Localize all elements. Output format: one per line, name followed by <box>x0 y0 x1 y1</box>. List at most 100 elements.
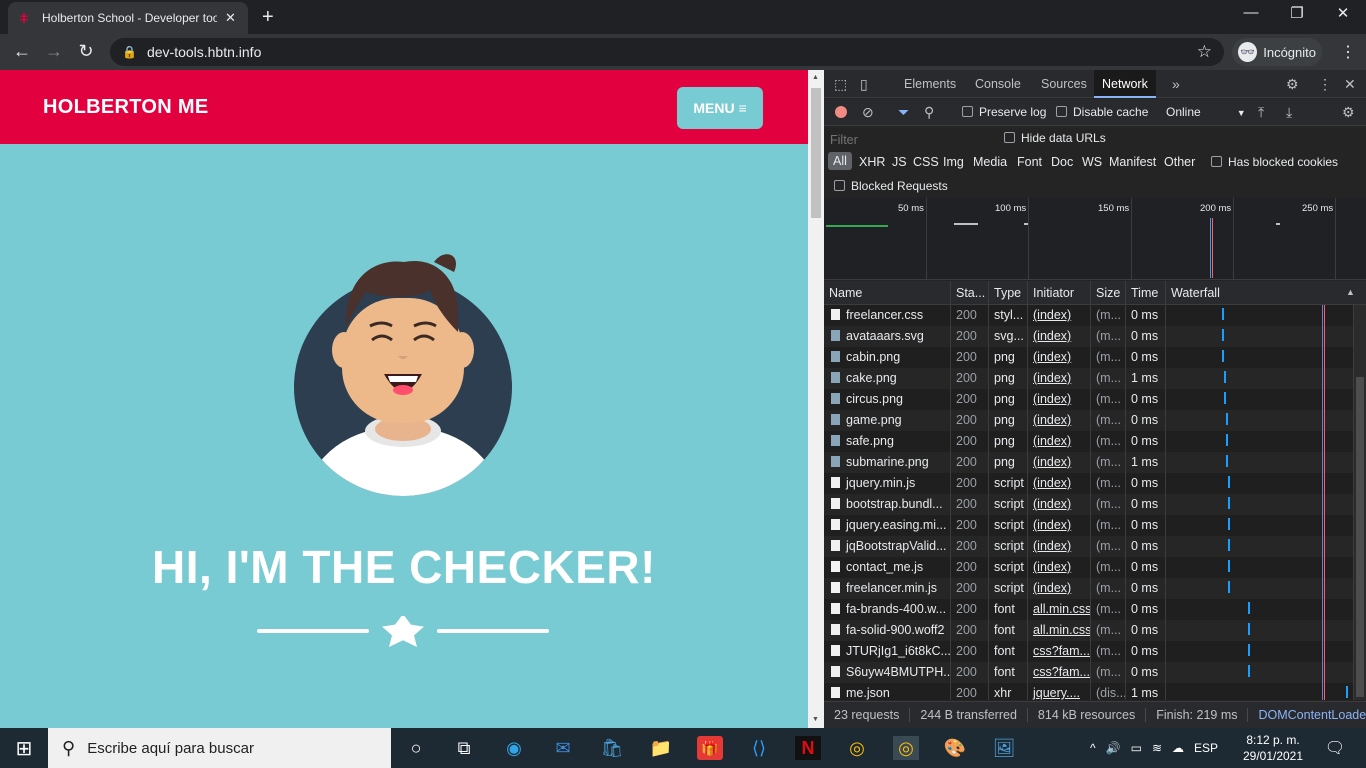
cell-initiator[interactable]: (index) <box>1028 347 1091 368</box>
clear-icon[interactable]: ⊘ <box>862 104 874 121</box>
filter-icon[interactable]: ⏷ <box>898 104 909 121</box>
devtools-close-icon[interactable]: ✕ <box>1344 76 1356 93</box>
has-blocked-cookies-checkbox[interactable]: Has blocked cookies <box>1211 155 1338 169</box>
cell-initiator[interactable]: (index) <box>1028 410 1091 431</box>
store-icon[interactable]: 🛍 <box>599 736 625 760</box>
inspect-element-icon[interactable]: ⬚ <box>834 76 847 93</box>
browser-tab[interactable]: ǂ Holberton School - Developer tools ✕ <box>8 2 248 34</box>
cell-initiator[interactable]: (index) <box>1028 578 1091 599</box>
table-row[interactable]: bootstrap.bundl... 200 script (index) (m... 0… <box>824 494 1354 515</box>
show-hidden-icons-icon[interactable]: ^ <box>1090 741 1096 755</box>
vscode-icon[interactable]: ⟨⟩ <box>746 736 772 760</box>
address-bar[interactable]: 🔒 dev-tools.hbtn.info ☆ <box>110 38 1224 66</box>
forward-icon[interactable]: → <box>42 41 66 62</box>
cell-initiator[interactable]: (index) <box>1028 389 1091 410</box>
column-size[interactable]: Size <box>1091 281 1126 305</box>
filter-type-js[interactable]: JS <box>892 155 907 169</box>
cell-initiator[interactable]: (index) <box>1028 536 1091 557</box>
table-row[interactable]: fa-brands-400.w... 200 font all.min.css (m..… <box>824 599 1354 620</box>
hide-data-urls-checkbox[interactable]: Hide data URLs <box>1004 131 1106 145</box>
column-name[interactable]: Name <box>824 281 951 305</box>
new-tab-button[interactable]: + <box>262 6 274 29</box>
language-indicator[interactable]: ESP <box>1194 741 1218 755</box>
tab-close-icon[interactable]: ✕ <box>225 10 236 26</box>
netflix-icon[interactable]: N <box>795 736 821 760</box>
filter-type-all[interactable]: All <box>828 152 852 170</box>
export-har-icon[interactable]: ⤓ <box>1286 104 1292 121</box>
paint-icon[interactable]: 🎨 <box>942 736 968 760</box>
cell-initiator[interactable]: all.min.css <box>1028 599 1091 620</box>
chrome-icon[interactable]: ◎ <box>844 736 870 760</box>
table-row[interactable]: fa-solid-900.woff2 200 font all.min.css (m..… <box>824 620 1354 641</box>
filter-type-xhr[interactable]: XHR <box>859 155 885 169</box>
preserve-log-checkbox[interactable]: Preserve log <box>962 105 1046 119</box>
filter-type-other[interactable]: Other <box>1164 155 1195 169</box>
table-row[interactable]: jqBootstrapValid... 200 script (index) (m...… <box>824 536 1354 557</box>
back-icon[interactable]: ← <box>10 41 34 62</box>
blocked-requests-checkbox[interactable]: Blocked Requests <box>834 179 948 193</box>
throttling-select[interactable]: Online ▼ <box>1166 105 1246 119</box>
table-row[interactable]: JTURjIg1_i6t8kC... 200 font css?fam... (m...… <box>824 641 1354 662</box>
table-row[interactable]: freelancer.css 200 styl... (index) (m... 0 ms <box>824 305 1354 326</box>
tab-elements[interactable]: Elements <box>896 70 964 98</box>
filter-type-doc[interactable]: Doc <box>1051 155 1073 169</box>
scroll-down-icon[interactable]: ▼ <box>812 716 819 723</box>
table-row[interactable]: jquery.min.js 200 script (index) (m... 0 ms <box>824 473 1354 494</box>
page-scrollbar-thumb[interactable] <box>811 88 821 218</box>
cell-initiator[interactable]: (index) <box>1028 326 1091 347</box>
cell-initiator[interactable]: css?fam... <box>1028 662 1091 683</box>
gift-icon[interactable]: 🎁 <box>697 736 723 760</box>
chrome-active-icon[interactable]: ◎ <box>893 736 919 760</box>
notifications-icon[interactable]: 🗨 <box>1322 736 1348 760</box>
onedrive-icon[interactable]: ☁ <box>1172 741 1184 755</box>
tab-sources[interactable]: Sources <box>1033 70 1095 98</box>
task-view-icon[interactable]: ⧉ <box>451 736 477 760</box>
column-waterfall[interactable]: Waterfall <box>1166 281 1366 305</box>
table-row[interactable]: cake.png 200 png (index) (m... 1 ms <box>824 368 1354 389</box>
cell-initiator[interactable]: (index) <box>1028 431 1091 452</box>
window-close-button[interactable]: ✕ <box>1328 4 1358 22</box>
table-row[interactable]: freelancer.min.js 200 script (index) (m... 0 … <box>824 578 1354 599</box>
taskbar-search-box[interactable]: ⚲ Escribe aquí para buscar <box>48 728 391 768</box>
filter-type-media[interactable]: Media <box>973 155 1007 169</box>
minimize-button[interactable]: — <box>1236 4 1266 21</box>
column-initiator[interactable]: Initiator <box>1028 281 1091 305</box>
import-har-icon[interactable]: ⤒ <box>1258 104 1264 121</box>
network-icon[interactable]: ≋ <box>1152 741 1162 755</box>
table-row[interactable]: circus.png 200 png (index) (m... 0 ms <box>824 389 1354 410</box>
bookmark-star-icon[interactable]: ☆ <box>1197 42 1212 62</box>
cell-initiator[interactable]: css?fam... <box>1028 641 1091 662</box>
table-row[interactable]: contact_me.js 200 script (index) (m... 0 ms <box>824 557 1354 578</box>
filter-input[interactable] <box>828 131 990 149</box>
filter-type-font[interactable]: Font <box>1017 155 1042 169</box>
column-time[interactable]: Time <box>1126 281 1166 305</box>
cell-initiator[interactable]: (index) <box>1028 515 1091 536</box>
filter-type-img[interactable]: Img <box>943 155 964 169</box>
table-row[interactable]: game.png 200 png (index) (m... 0 ms <box>824 410 1354 431</box>
battery-icon[interactable]: ▭ <box>1131 741 1142 755</box>
devtools-menu-icon[interactable]: ⋮ <box>1318 76 1332 93</box>
reload-icon[interactable]: ↻ <box>74 41 98 62</box>
filter-type-ws[interactable]: WS <box>1082 155 1102 169</box>
network-settings-icon[interactable]: ⚙ <box>1342 104 1355 121</box>
photos-icon[interactable]: 🖼 <box>991 736 1017 760</box>
cell-initiator[interactable]: jquery.... <box>1028 683 1091 700</box>
tab-console[interactable]: Console <box>967 70 1029 98</box>
table-row[interactable]: me.json 200 xhr jquery.... (dis... 1 ms <box>824 683 1354 700</box>
table-row[interactable]: cabin.png 200 png (index) (m... 0 ms <box>824 347 1354 368</box>
table-row[interactable]: jquery.easing.mi... 200 script (index) (m...… <box>824 515 1354 536</box>
scroll-up-icon[interactable]: ▲ <box>812 74 819 81</box>
device-toolbar-icon[interactable]: ▯ <box>860 76 868 93</box>
chrome-menu-icon[interactable]: ⋮ <box>1340 42 1356 62</box>
column-status[interactable]: Sta... <box>951 281 989 305</box>
tab-network[interactable]: Network <box>1094 70 1156 98</box>
table-row[interactable]: submarine.png 200 png (index) (m... 1 ms <box>824 452 1354 473</box>
restore-button[interactable]: ❐ <box>1282 4 1312 22</box>
cell-initiator[interactable]: all.min.css <box>1028 620 1091 641</box>
cell-initiator[interactable]: (index) <box>1028 473 1091 494</box>
edge-icon[interactable]: ◉ <box>501 736 527 760</box>
record-icon[interactable] <box>835 106 847 118</box>
windows-start-icon[interactable]: ⊞ <box>11 736 37 760</box>
filter-type-css[interactable]: CSS <box>913 155 939 169</box>
cortana-icon[interactable]: ○ <box>403 736 429 760</box>
